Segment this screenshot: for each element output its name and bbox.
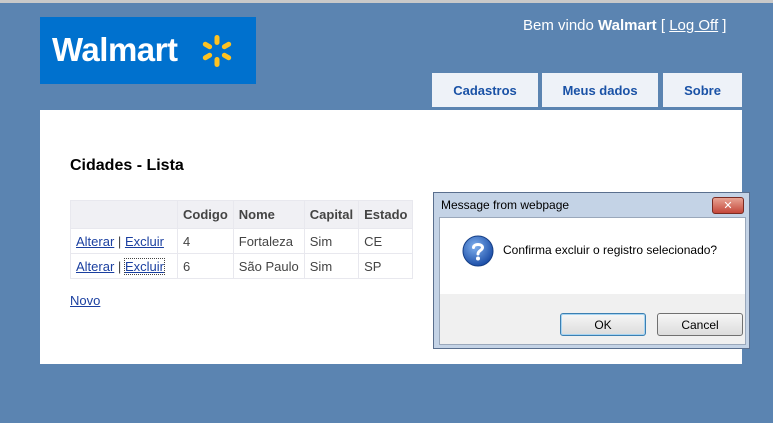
cell-codigo: 6: [177, 253, 234, 279]
dialog-body: Confirma excluir o registro selecionado?…: [439, 217, 746, 345]
logo-text: Walmart: [52, 31, 178, 68]
welcome-message: Bem vindo Walmart [ Log Off ]: [523, 17, 726, 34]
action-separator: |: [117, 258, 122, 274]
table-row: Alterar | Excluir 4 Fortaleza Sim CE: [70, 228, 414, 254]
walmart-logo: Walmart: [40, 17, 256, 84]
column-header-actions: [70, 200, 178, 229]
bracket-open: [: [660, 17, 666, 34]
browser-top-border: [0, 0, 773, 3]
bracket-close: ]: [722, 17, 727, 34]
alterar-link[interactable]: Alterar: [76, 259, 114, 274]
welcome-prefix: Bem vindo: [523, 17, 594, 34]
novo-link[interactable]: Novo: [70, 293, 100, 308]
cell-estado: SP: [358, 253, 414, 279]
page-title: Cidades - Lista: [70, 157, 184, 174]
alterar-link[interactable]: Alterar: [76, 234, 114, 249]
cell-capital: Sim: [303, 228, 360, 254]
logoff-link[interactable]: Log Off: [669, 17, 718, 34]
action-separator: |: [117, 233, 122, 249]
dialog-close-button[interactable]: ✕: [712, 197, 744, 214]
question-icon: [462, 235, 494, 267]
cell-nome: Fortaleza: [232, 228, 305, 254]
spark-icon: [202, 35, 232, 67]
close-icon: ✕: [723, 200, 733, 212]
cidades-table: Codigo Nome Capital Estado Alterar | Exc…: [70, 200, 414, 279]
cell-estado: CE: [358, 228, 414, 254]
tab-cadastros[interactable]: Cadastros: [432, 73, 538, 107]
row-actions: Alterar | Excluir: [70, 253, 178, 279]
column-header-estado: Estado: [358, 200, 414, 229]
dialog-title: Message from webpage: [441, 198, 570, 212]
table-header-row: Codigo Nome Capital Estado: [70, 200, 414, 229]
tab-sobre[interactable]: Sobre: [663, 73, 742, 107]
tab-meus-dados[interactable]: Meus dados: [542, 73, 658, 107]
cancel-button[interactable]: Cancel: [657, 313, 743, 336]
cell-nome: São Paulo: [232, 253, 305, 279]
excluir-link[interactable]: Excluir: [123, 257, 165, 275]
column-header-capital: Capital: [303, 200, 360, 229]
confirm-dialog: Message from webpage ✕ Confirma excluir …: [433, 192, 750, 349]
row-actions: Alterar | Excluir: [70, 228, 178, 254]
column-header-codigo: Codigo: [177, 200, 234, 229]
dialog-message: Confirma excluir o registro selecionado?: [503, 243, 718, 257]
welcome-user: Walmart: [598, 17, 657, 34]
cell-codigo: 4: [177, 228, 234, 254]
ok-button[interactable]: OK: [560, 313, 646, 336]
cell-capital: Sim: [303, 253, 360, 279]
table-row: Alterar | Excluir 6 São Paulo Sim SP: [70, 253, 414, 279]
column-header-nome: Nome: [232, 200, 305, 229]
excluir-link[interactable]: Excluir: [125, 234, 164, 249]
